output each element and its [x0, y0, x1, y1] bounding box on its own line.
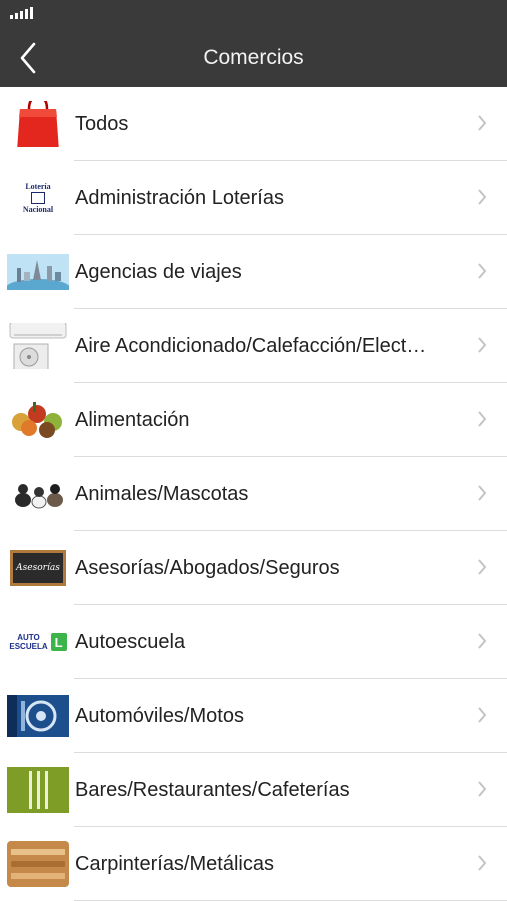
list-item-bares-restaurantes[interactable]: Bares/Restaurantes/Cafeterías	[0, 753, 507, 827]
list-item-alimentacion[interactable]: Alimentación	[0, 383, 507, 457]
list-item-agencias-de-viajes[interactable]: Agencias de viajes	[0, 235, 507, 309]
list-item-label: Todos	[75, 112, 129, 135]
chevron-right-icon	[478, 781, 487, 797]
chalkboard-icon: Asesorías	[7, 545, 69, 591]
loteria-nacional-logo: Lotería Nacional	[22, 182, 54, 214]
list-item-label: Alimentación	[75, 408, 190, 431]
list-item-automoviles-motos[interactable]: Automóviles/Motos	[0, 679, 507, 753]
driving-school-logo: AUTO ESCUELA L	[7, 619, 69, 665]
chevron-right-icon	[478, 485, 487, 501]
chevron-right-icon	[478, 633, 487, 649]
shopping-bag-icon	[7, 101, 69, 147]
chevron-right-icon	[478, 707, 487, 723]
list-item-administracion-loterias[interactable]: Lotería Nacional Administración Loterías	[0, 161, 507, 235]
back-button[interactable]	[6, 32, 50, 84]
chevron-right-icon	[478, 559, 487, 575]
list-item-label: Carpinterías/Metálicas	[75, 852, 274, 875]
chevron-right-icon	[478, 411, 487, 427]
chevron-right-icon	[478, 337, 487, 353]
chevron-left-icon	[20, 42, 36, 74]
list-item-label: Agencias de viajes	[75, 260, 242, 283]
chevron-right-icon	[478, 855, 487, 871]
travel-landmarks-icon	[7, 249, 69, 295]
list-item-aire-acondicionado[interactable]: Aire Acondicionado/Calefacción/Elect…	[0, 309, 507, 383]
chevron-right-icon	[478, 189, 487, 205]
list-item-label: Asesorías/Abogados/Seguros	[75, 556, 340, 579]
navigation-bar: Comercios	[0, 28, 507, 87]
list-item-label: Administración Loterías	[75, 186, 284, 209]
cutlery-icon	[7, 767, 69, 813]
food-basket-icon	[7, 397, 69, 443]
air-conditioner-icon	[7, 323, 69, 369]
status-bar	[0, 0, 507, 28]
list-item-asesorias[interactable]: Asesorías Asesorías/Abogados/Seguros	[0, 531, 507, 605]
list-item-label: Animales/Mascotas	[75, 482, 249, 505]
list-item-animales-mascotas[interactable]: Animales/Mascotas	[0, 457, 507, 531]
list-item-autoescuela[interactable]: AUTO ESCUELA L Autoescuela	[0, 605, 507, 679]
list-item-label: Bares/Restaurantes/Cafeterías	[75, 778, 350, 801]
category-list: Todos Lotería Nacional Administración Lo…	[0, 87, 507, 901]
signal-strength-icon	[10, 7, 33, 19]
chevron-right-icon	[478, 115, 487, 131]
pets-icon	[7, 471, 69, 517]
list-item-label: Autoescuela	[75, 630, 186, 653]
carpentry-tools-icon	[7, 841, 69, 887]
car-parts-icon	[7, 693, 69, 739]
list-item-label: Automóviles/Motos	[75, 704, 244, 727]
list-item-label: Aire Acondicionado/Calefacción/Elect…	[75, 334, 427, 357]
list-item-carpinterias-metalicas[interactable]: Carpinterías/Metálicas	[0, 827, 507, 901]
page-title: Comercios	[203, 45, 304, 69]
chevron-right-icon	[478, 263, 487, 279]
list-item-todos[interactable]: Todos	[0, 87, 507, 161]
